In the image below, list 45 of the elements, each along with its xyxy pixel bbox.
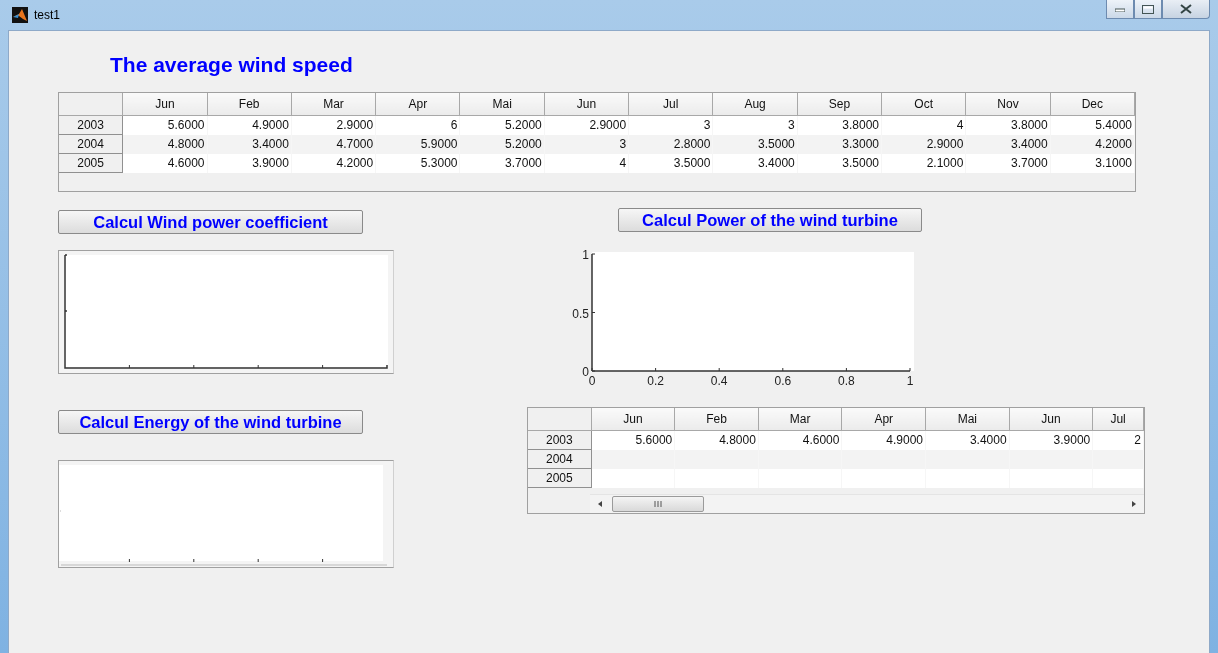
x-tick-label: 0.4 — [710, 374, 728, 388]
app-logo-icon — [12, 7, 28, 23]
column-header: Jul — [1092, 408, 1144, 431]
y-tick-label: 0 — [582, 365, 589, 379]
column-header: Jun — [544, 93, 629, 116]
grip-icon — [653, 501, 663, 507]
maximize-button[interactable] — [1134, 0, 1162, 19]
y-tick-label: 0.5 — [572, 306, 589, 321]
x-tick-label: 0.8 — [838, 374, 855, 388]
column-header: Jun — [1009, 408, 1093, 431]
column-header: Mar — [291, 93, 376, 116]
scroll-right-icon[interactable] — [1130, 500, 1138, 508]
x-tick-label: 0.6 — [774, 374, 792, 388]
column-header: Mai — [925, 408, 1010, 431]
column-header: Sep — [797, 93, 882, 116]
column-header: Aug — [712, 93, 798, 116]
scroll-thumb[interactable] — [612, 496, 704, 512]
y-tick-label: 1 — [582, 248, 589, 262]
x-tick-label: 1 — [906, 374, 914, 388]
minimize-button[interactable] — [1106, 0, 1134, 19]
column-header: Dec — [1050, 93, 1135, 116]
column-header: Feb — [207, 93, 292, 116]
close-button[interactable] — [1162, 0, 1210, 19]
x-tick-label: 0 — [588, 374, 596, 388]
column-header: Jul — [628, 93, 713, 116]
minimize-icon — [1115, 6, 1125, 12]
column-header: Jun — [591, 408, 675, 431]
column-header: Apr — [841, 408, 926, 431]
column-header: Feb — [674, 408, 759, 431]
column-header: Jun — [122, 93, 208, 116]
x-tick-label: 0.2 — [647, 374, 664, 388]
energy-button[interactable]: Calcul Energy of the wind turbine — [58, 410, 363, 434]
column-header: Nov — [965, 93, 1051, 116]
page-heading: The average wind speed — [110, 53, 354, 78]
horizontal-scrollbar[interactable] — [590, 494, 1144, 513]
window-title: test1 — [34, 8, 60, 22]
maximize-icon — [1142, 4, 1154, 14]
column-header: Oct — [881, 93, 966, 116]
close-icon — [1180, 4, 1192, 14]
power-button[interactable]: Calcul Power of the wind turbine — [618, 208, 922, 232]
column-header: Mai — [460, 93, 545, 116]
wind-power-coefficient-button[interactable]: Calcul Wind power coefficient — [58, 210, 363, 234]
column-header: Mar — [758, 408, 842, 431]
scroll-left-icon[interactable] — [596, 500, 604, 508]
column-header: Apr — [375, 93, 460, 116]
